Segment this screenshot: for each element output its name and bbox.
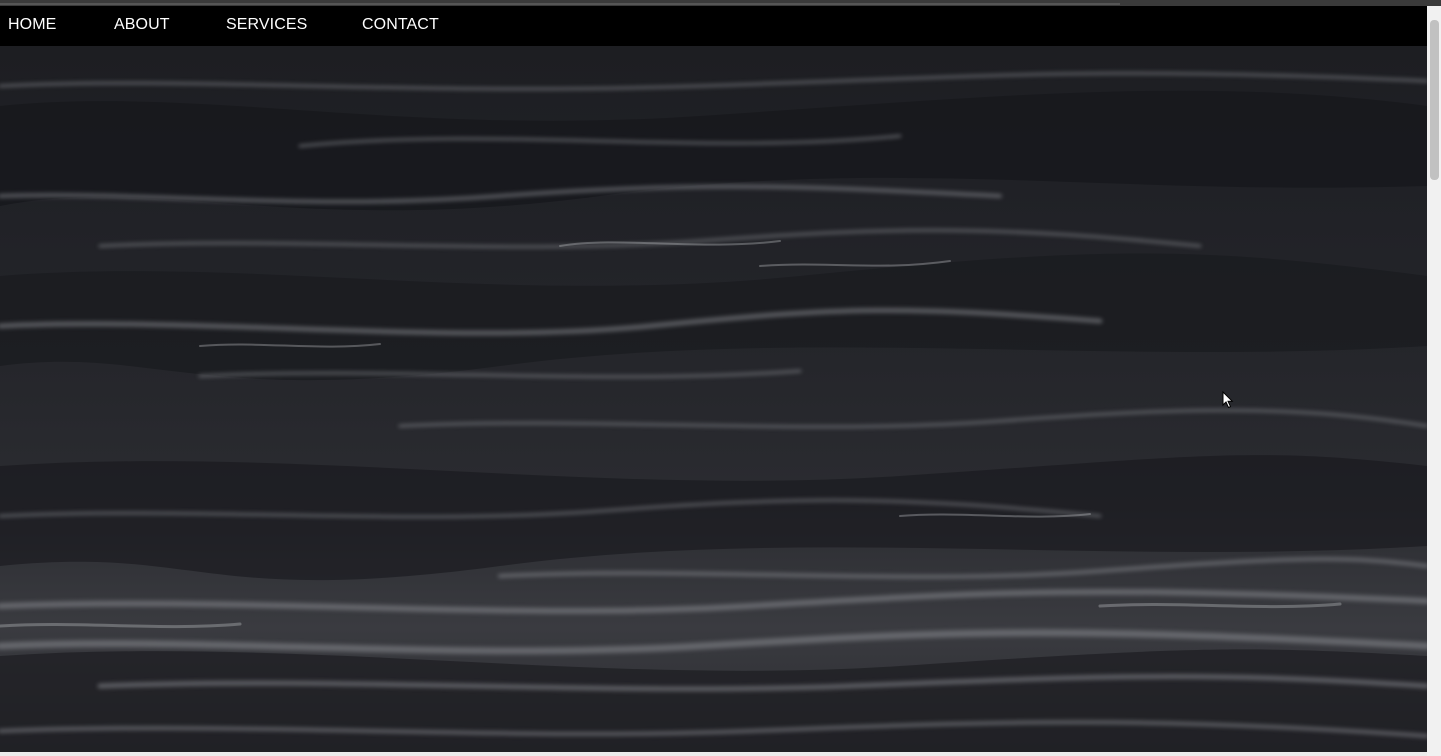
top-navbar: HOME ABOUT SERVICES CONTACT (0, 6, 1427, 46)
mouse-cursor-icon (1222, 391, 1234, 409)
loading-bar (0, 3, 1120, 5)
nav-link-about[interactable]: ABOUT (114, 16, 170, 34)
page-scrollbar[interactable] (1427, 6, 1441, 756)
scrollbar-thumb[interactable] (1430, 20, 1439, 180)
nav-link-home[interactable]: HOME (8, 16, 56, 34)
hero-ocean-image (0, 46, 1427, 756)
page-bottom-edge (0, 752, 1427, 756)
ocean-waves-illustration (0, 71, 1427, 756)
nav-link-services[interactable]: SERVICES (226, 16, 307, 34)
nav-link-contact[interactable]: CONTACT (362, 16, 439, 34)
